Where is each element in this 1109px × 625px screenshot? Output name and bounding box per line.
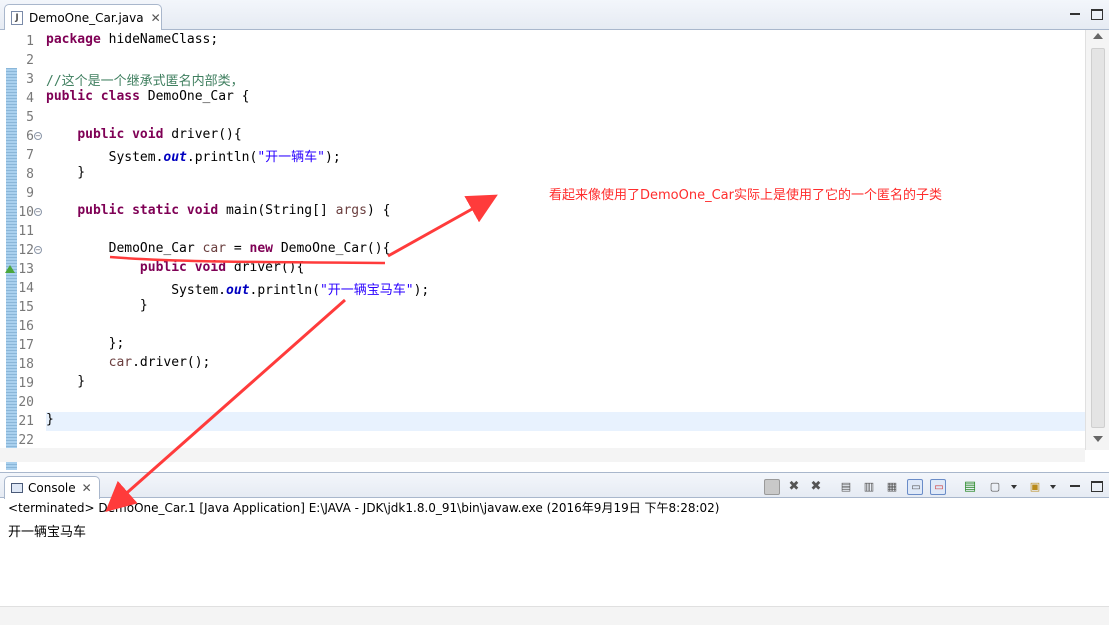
fold-toggle-icon[interactable]: − [34, 246, 42, 254]
override-marker-icon [5, 265, 15, 273]
code-line: System.out.println("开一辆宝马车"); [46, 283, 430, 298]
editor-tab-democar[interactable]: J DemoOne_Car.java ✕ [4, 4, 162, 30]
minimize-icon[interactable] [1068, 7, 1082, 19]
code-line: package hideNameClass; [46, 32, 219, 47]
fold-toggle-icon[interactable]: − [34, 132, 42, 140]
console-icon [11, 483, 23, 493]
horizontal-scrollbar[interactable] [0, 448, 1085, 462]
line-number: 15 [18, 300, 34, 315]
show-on-stderr-icon[interactable]: ▭ [930, 479, 946, 495]
chevron-down-icon[interactable] [1050, 485, 1056, 489]
code-line: } [46, 412, 1085, 431]
code-line: public class DemoOne_Car { [46, 89, 250, 104]
chevron-down-icon[interactable] [1011, 485, 1017, 489]
clear-console-icon[interactable]: ▤ [838, 479, 854, 495]
close-icon[interactable]: ✕ [151, 11, 161, 25]
remove-all-icon[interactable]: ✖ [808, 479, 824, 495]
line-number: 16 [18, 319, 34, 334]
editor-tab-title: DemoOne_Car.java [29, 10, 144, 25]
line-number: 2 [26, 53, 34, 68]
remove-launch-icon[interactable]: ✖ [786, 479, 802, 495]
scroll-lock-icon[interactable]: ▥ [861, 479, 877, 495]
code-line: public void driver(){ [139, 260, 305, 275]
code-line: System.out.println("开一辆车"); [46, 150, 341, 165]
line-number: 1 [26, 34, 34, 49]
line-number: 20 [18, 395, 34, 410]
console-horizontal-scrollbar[interactable] [0, 606, 1109, 625]
maximize-icon[interactable] [1089, 479, 1103, 492]
line-number: 19 [18, 376, 34, 391]
pin-console-icon[interactable]: ▤ [962, 479, 978, 495]
console-status-line: <terminated> DemoOne_Car.1 [Java Applica… [8, 501, 720, 515]
line-number: 14 [18, 281, 34, 296]
console-tab-title: Console [28, 481, 76, 495]
line-number: 8 [26, 167, 34, 182]
console-tab[interactable]: Console ✕ [4, 476, 100, 499]
close-icon[interactable]: ✕ [82, 481, 92, 495]
console-tab-bar: Console ✕ ✖ ✖ ▤ ▥ ▦ ▭ ▭ ▤ ▢ ▣ [0, 472, 1109, 499]
display-selected-console-icon[interactable]: ▢ [987, 479, 1003, 495]
scroll-thumb[interactable] [1091, 48, 1105, 428]
vertical-scrollbar[interactable] [1085, 30, 1109, 450]
terminate-icon[interactable] [764, 479, 780, 495]
editor-tab-bar: J DemoOne_Car.java ✕ [0, 0, 1109, 30]
code-line: car.driver(); [108, 355, 211, 370]
code-line: DemoOne_Car car = new DemoOne_Car(){ [46, 241, 391, 256]
line-number: 12 [18, 243, 34, 258]
show-on-stdout-icon[interactable]: ▭ [907, 479, 923, 495]
word-wrap-icon[interactable]: ▦ [884, 479, 900, 495]
code-area[interactable]: 看起来像使用了DemoOne_Car实际上是使用了它的一个匿名的子类 packa… [46, 30, 1085, 450]
line-number: 7 [26, 148, 34, 163]
code-editor[interactable]: 1 2 3 4 5 6−7 8 9 10−11 12−13 14 15 16 17 18 19 20 21 22 看… [0, 30, 1109, 470]
console-output[interactable]: 开一辆宝马车 [0, 518, 1109, 608]
fold-toggle-icon[interactable]: − [34, 208, 42, 216]
code-line: } [46, 165, 86, 180]
line-number: 21 [18, 414, 34, 429]
line-number: 3 [26, 72, 34, 87]
open-console-icon[interactable]: ▣ [1027, 479, 1043, 495]
line-number: 17 [18, 338, 34, 353]
line-number: 5 [26, 110, 34, 125]
line-number: 18 [18, 357, 34, 372]
scroll-down-icon[interactable] [1093, 436, 1103, 442]
minimize-icon[interactable] [1068, 479, 1082, 491]
java-file-icon: J [11, 10, 23, 25]
line-number: 11 [18, 224, 34, 239]
line-number-gutter: 1 2 3 4 5 6−7 8 9 10−11 12−13 14 15 16 17 18 19 20 21 22 [5, 30, 43, 450]
code-line: }; [46, 336, 125, 351]
code-line: public static void main(String[] args) { [77, 203, 391, 218]
code-line: //这个是一个继承式匿名内部类， [46, 74, 244, 89]
line-number: 4 [26, 91, 34, 106]
maximize-icon[interactable] [1089, 7, 1103, 20]
code-line: } [46, 298, 148, 313]
scroll-up-icon[interactable] [1093, 33, 1103, 39]
code-line: } [46, 374, 86, 389]
code-line: public void driver(){ [77, 127, 242, 142]
line-number: 10 [18, 205, 34, 220]
line-number: 9 [26, 186, 34, 201]
line-number: 6 [26, 129, 34, 144]
